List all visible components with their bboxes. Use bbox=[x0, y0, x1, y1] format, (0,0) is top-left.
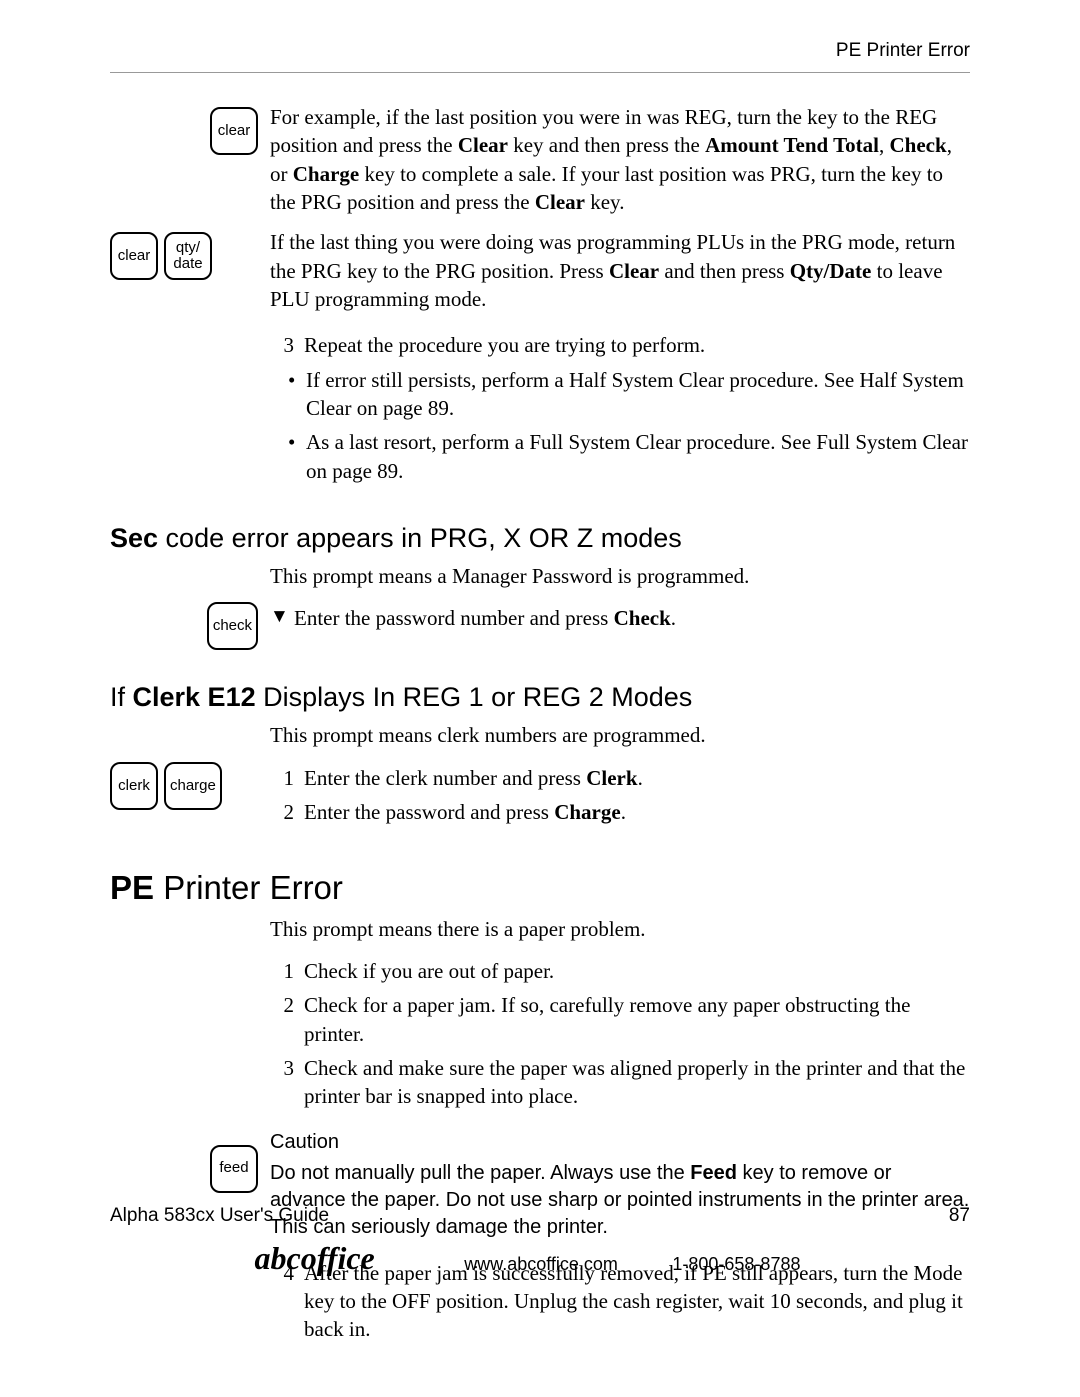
sec-intro: This prompt means a Manager Password is … bbox=[270, 562, 970, 590]
bullet-full-clear: • As a last resort, perform a Full Syste… bbox=[288, 428, 970, 485]
key-clear: clear bbox=[110, 232, 158, 280]
pe-step-1: 1 Check if you are out of paper. bbox=[270, 957, 970, 985]
example-paragraph: For example, if the last position you we… bbox=[270, 103, 970, 216]
brand-phone: 1-800-658-8788 bbox=[672, 1254, 800, 1275]
caution-heading: Caution bbox=[270, 1129, 970, 1156]
brand-url: www.abcoffice.com bbox=[464, 1254, 618, 1275]
key-qty-date: qty/ date bbox=[164, 232, 212, 280]
key-check: check bbox=[207, 602, 258, 650]
sec-step: ▼ Enter the password number and press Ch… bbox=[270, 604, 970, 632]
step-3: 3 Repeat the procedure you are trying to… bbox=[270, 331, 970, 359]
footer-page-number: 87 bbox=[949, 1205, 970, 1227]
heading-pe-printer-error: PE Printer Error bbox=[110, 869, 970, 907]
page-footer: Alpha 583cx User's Guide 87 bbox=[110, 1205, 970, 1227]
pe-intro: This prompt means there is a paper probl… bbox=[270, 915, 970, 943]
clerk-intro: This prompt means clerk numbers are prog… bbox=[270, 721, 970, 749]
heading-clerk-e12: If Clerk E12 Displays In REG 1 or REG 2 … bbox=[110, 682, 970, 713]
bullet-half-clear: • If error still persists, perform a Hal… bbox=[288, 366, 970, 423]
page-header: PE Printer Error bbox=[110, 40, 970, 73]
heading-sec-error: Sec code error appears in PRG, X OR Z mo… bbox=[110, 523, 970, 554]
key-clear: clear bbox=[210, 107, 258, 155]
clerk-step-1: 1 Enter the clerk number and press Clerk… bbox=[270, 764, 970, 792]
brand-logo: abcoffice bbox=[255, 1240, 375, 1276]
plu-paragraph: If the last thing you were doing was pro… bbox=[270, 228, 970, 313]
triangle-down-icon: ▼ bbox=[270, 604, 294, 630]
header-section-title: PE Printer Error bbox=[836, 40, 970, 61]
pe-step-3: 3 Check and make sure the paper was alig… bbox=[270, 1054, 970, 1111]
clerk-step-2: 2 Enter the password and press Charge. bbox=[270, 798, 970, 826]
footer-guide-name: Alpha 583cx User's Guide bbox=[110, 1205, 329, 1227]
pe-step-2: 2 Check for a paper jam. If so, carefull… bbox=[270, 991, 970, 1048]
key-charge: charge bbox=[164, 762, 222, 810]
caution-text: Do not manually pull the paper. Always u… bbox=[270, 1160, 970, 1241]
key-feed: feed bbox=[210, 1145, 258, 1193]
key-clerk: clerk bbox=[110, 762, 158, 810]
brand-bar: abcoffice www.abcoffice.com 1-800-658-87… bbox=[0, 1240, 1080, 1277]
